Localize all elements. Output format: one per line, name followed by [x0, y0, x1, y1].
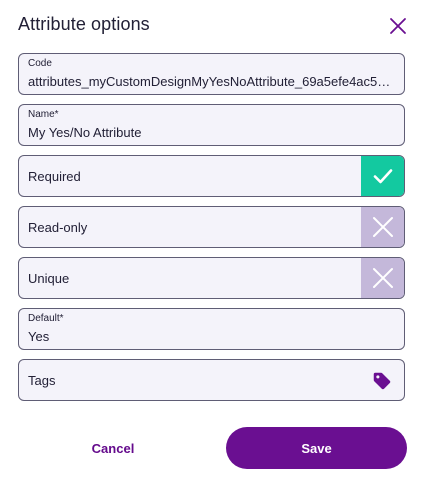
tags-label: Tags	[28, 373, 56, 388]
check-icon	[373, 169, 392, 184]
default-value: Yes	[28, 329, 50, 344]
read-only-label: Read-only	[28, 220, 88, 235]
attribute-options-dialog: Attribute options Code attributes_myCust…	[0, 0, 424, 486]
read-only-field: Read-only	[18, 206, 405, 248]
tags-field[interactable]: Tags	[18, 359, 405, 401]
x-icon	[372, 217, 393, 237]
name-field[interactable]: Name* My Yes/No Attribute	[18, 104, 405, 146]
required-label: Required	[28, 169, 81, 184]
code-label: Code	[28, 58, 52, 69]
name-value: My Yes/No Attribute	[28, 125, 142, 140]
unique-toggle[interactable]	[361, 258, 404, 298]
required-field: Required	[18, 155, 405, 197]
default-label: Default*	[28, 313, 64, 324]
name-label: Name*	[28, 109, 59, 120]
code-field[interactable]: Code attributes_myCustomDesignMyYesNoAtt…	[18, 53, 405, 95]
dialog-title: Attribute options	[18, 14, 150, 34]
read-only-toggle[interactable]	[361, 207, 404, 247]
code-value: attributes_myCustomDesignMyYesNoAttribut…	[28, 74, 396, 89]
unique-field: Unique	[18, 257, 405, 299]
required-toggle[interactable]	[361, 156, 404, 196]
save-button[interactable]: Save	[226, 427, 407, 469]
cancel-button[interactable]: Cancel	[65, 427, 161, 469]
tag-icon	[373, 372, 391, 390]
default-field[interactable]: Default* Yes	[18, 308, 405, 350]
x-icon	[372, 268, 393, 288]
unique-label: Unique	[28, 271, 70, 286]
close-icon[interactable]	[388, 16, 408, 36]
